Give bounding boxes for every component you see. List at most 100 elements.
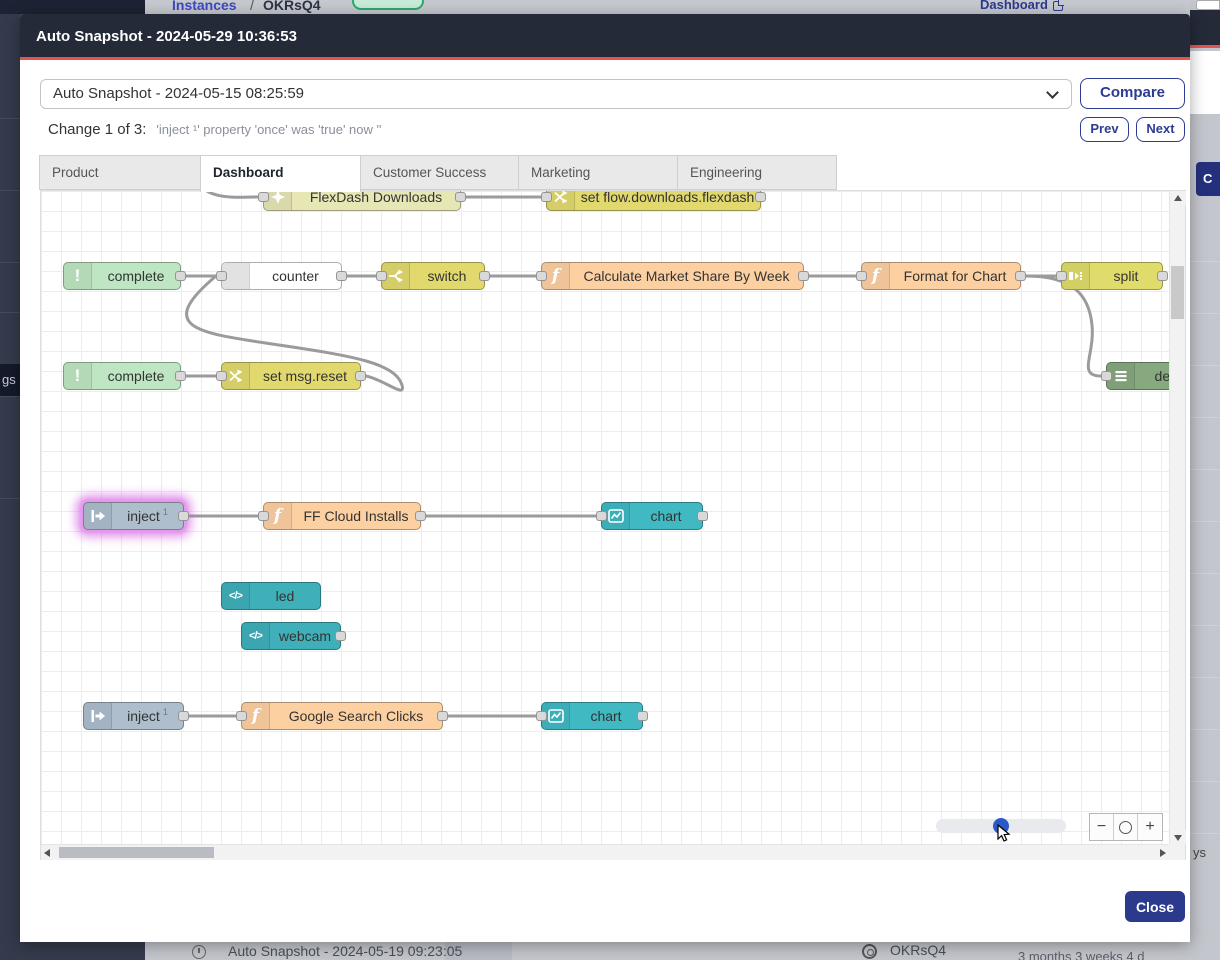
node-label: switch <box>410 263 484 289</box>
node-flexdash-downloads[interactable]: FlexDash Downloads <box>263 191 461 211</box>
tab-dashboard[interactable]: Dashboard <box>200 155 361 192</box>
gear-icon <box>862 944 877 959</box>
node-inject-2[interactable]: inject1 <box>83 702 184 730</box>
breadcrumb-separator: / <box>250 0 254 13</box>
background-table-rows <box>1190 210 1220 840</box>
inject-icon <box>84 503 112 529</box>
background-header-fragment <box>1190 10 1220 48</box>
scroll-left-arrow[interactable] <box>41 845 55 861</box>
port-out[interactable] <box>335 631 346 641</box>
port-in[interactable] <box>376 271 387 281</box>
port-out[interactable] <box>178 511 189 521</box>
node-webcam[interactable]: </>webcam <box>241 622 341 650</box>
canvas-vertical-scrollbar[interactable] <box>1169 191 1185 844</box>
flow-canvas[interactable]: FlexDash Downloads set flow.downloads.fle… <box>41 191 1169 844</box>
port-in[interactable] <box>1056 271 1067 281</box>
change-detail-text: 'inject ¹' property 'once' was 'true' no… <box>156 122 381 137</box>
zoom-slider[interactable] <box>936 819 1066 833</box>
node-label: inject1 <box>112 503 183 529</box>
zoom-in-button[interactable]: + <box>1138 814 1162 840</box>
next-change-button[interactable]: Next <box>1136 117 1185 142</box>
code-icon: </> <box>242 623 270 649</box>
port-in[interactable] <box>596 511 607 521</box>
tab-engineering[interactable]: Engineering <box>677 155 837 190</box>
compare-button[interactable]: Compare <box>1080 78 1185 109</box>
canvas-horizontal-scrollbar[interactable] <box>41 844 1169 860</box>
node-label: chart <box>570 703 642 729</box>
prev-change-button[interactable]: Prev <box>1080 117 1129 142</box>
port-out[interactable] <box>415 511 426 521</box>
node-split[interactable]: split <box>1061 262 1163 290</box>
port-out[interactable] <box>1157 271 1168 281</box>
node-debug[interactable]: debug <box>1106 362 1169 390</box>
snapshot-select-value: Auto Snapshot - 2024-05-15 08:25:59 <box>53 85 304 102</box>
node-set-msg-reset[interactable]: set msg.reset <box>221 362 361 390</box>
port-in[interactable] <box>1101 371 1112 381</box>
port-out[interactable] <box>798 271 809 281</box>
node-format-for-chart[interactable]: fFormat for Chart <box>861 262 1021 290</box>
zoom-out-button[interactable]: − <box>1090 814 1114 840</box>
port-out[interactable] <box>479 271 490 281</box>
flow-tabs: ProductDashboardCustomer SuccessMarketin… <box>40 155 837 190</box>
node-set-flow-downloads-flexdash[interactable]: set flow.downloads.flexdash <box>546 191 761 211</box>
node-label: FlexDash Downloads <box>292 191 460 210</box>
port-in[interactable] <box>258 192 269 202</box>
node-chart-2[interactable]: chart <box>541 702 643 730</box>
node-inject-1[interactable]: inject1 <box>83 502 184 530</box>
node-label: Calculate Market Share By Week <box>570 263 803 289</box>
close-button[interactable]: Close <box>1125 891 1185 922</box>
node-complete-2[interactable]: !complete <box>63 362 181 390</box>
node-counter[interactable]: counter <box>221 262 342 290</box>
port-in[interactable] <box>236 711 247 721</box>
port-out[interactable] <box>175 371 186 381</box>
port-in[interactable] <box>536 711 547 721</box>
change-counter-label: Change 1 of 3: <box>48 121 146 138</box>
breadcrumb-instances-link[interactable]: Instances <box>172 0 237 13</box>
snapshot-select[interactable]: Auto Snapshot - 2024-05-15 08:25:59 <box>40 79 1072 109</box>
port-out[interactable] <box>637 711 648 721</box>
node-complete-1[interactable]: !complete <box>63 262 181 290</box>
port-out[interactable] <box>336 271 347 281</box>
horizontal-scroll-thumb[interactable] <box>59 847 214 858</box>
port-in[interactable] <box>856 271 867 281</box>
node-label: complete <box>92 263 180 289</box>
port-out[interactable] <box>455 192 466 202</box>
port-out[interactable] <box>175 271 186 281</box>
port-out[interactable] <box>355 371 366 381</box>
background-content-bottom: Auto Snapshot - 2024-05-19 09:23:05 OKRs… <box>145 942 1220 960</box>
port-in[interactable] <box>536 271 547 281</box>
node-switch[interactable]: switch <box>381 262 485 290</box>
port-out[interactable] <box>755 192 766 202</box>
zoom-reset-icon <box>1119 821 1132 834</box>
background-content-right: C ys <box>1190 0 1220 960</box>
node-chart-1[interactable]: chart <box>601 502 703 530</box>
port-in[interactable] <box>216 371 227 381</box>
port-out[interactable] <box>437 711 448 721</box>
dashboard-link[interactable]: Dashboard <box>980 0 1063 12</box>
background-snapshot-row: Auto Snapshot - 2024-05-19 09:23:05 <box>228 943 462 959</box>
port-out[interactable] <box>1015 271 1026 281</box>
scroll-up-arrow[interactable] <box>1170 191 1186 205</box>
exclaim-icon: ! <box>64 363 92 389</box>
node-led[interactable]: </>led <box>221 582 321 610</box>
port-in[interactable] <box>216 271 227 281</box>
background-text-fragment: ys <box>1193 845 1206 860</box>
scroll-right-arrow[interactable] <box>1155 845 1169 861</box>
node-ff-cloud-installs[interactable]: fFF Cloud Installs <box>263 502 421 530</box>
scroll-down-arrow[interactable] <box>1170 830 1186 844</box>
node-superscript: 1 <box>163 507 168 517</box>
port-out[interactable] <box>697 511 708 521</box>
node-google-search-clicks[interactable]: fGoogle Search Clicks <box>241 702 443 730</box>
port-in[interactable] <box>541 192 552 202</box>
port-in[interactable] <box>258 511 269 521</box>
port-out[interactable] <box>178 711 189 721</box>
zoom-slider-thumb[interactable] <box>993 818 1009 834</box>
tab-customer-success[interactable]: Customer Success <box>360 155 519 190</box>
sidebar-top-section <box>0 0 145 14</box>
tab-marketing[interactable]: Marketing <box>518 155 678 190</box>
vertical-scroll-thumb[interactable] <box>1171 266 1184 319</box>
tab-product[interactable]: Product <box>39 155 201 190</box>
zoom-reset-button[interactable] <box>1114 814 1138 840</box>
wire[interactable] <box>1026 276 1101 376</box>
node-calculate-market-share-by-week[interactable]: fCalculate Market Share By Week <box>541 262 804 290</box>
